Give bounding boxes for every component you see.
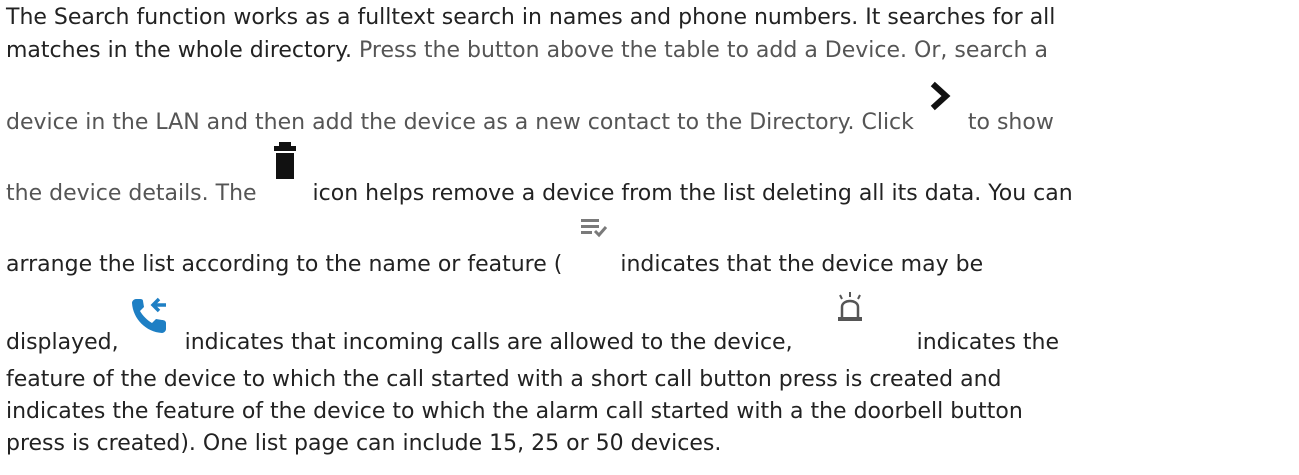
- text-segment: press is created). One list page can inc…: [6, 431, 722, 456]
- help-text: The Search function works as a fulltext …: [0, 0, 1299, 475]
- text-segment: icon helps remove a device from the list…: [305, 181, 1073, 206]
- text-segment: Press the button above the table to add …: [352, 38, 1048, 63]
- text-segment: matches in the whole directory.: [6, 38, 353, 63]
- text-segment: displayed,: [6, 330, 119, 355]
- text-line-2: matches in the whole directory. Press th…: [6, 37, 1048, 65]
- text-segment: indicates that the device may be: [613, 252, 984, 277]
- alarm-light-icon: [800, 292, 910, 349]
- text-line-5: arrange the list according to the name o…: [6, 219, 984, 279]
- chevron-right-icon: [921, 81, 961, 129]
- text-segment: device in the LAN and then add the devic…: [6, 110, 914, 135]
- text-segment: indicates that incoming calls are allowe…: [177, 330, 793, 355]
- trash-icon: [264, 142, 306, 200]
- text-line-9: press is created). One list page can inc…: [6, 430, 721, 458]
- text-line-8: indicates the feature of the device to w…: [6, 398, 1023, 426]
- text-segment: indicates the feature of the device to w…: [6, 399, 1023, 424]
- text-segment: the device details. The: [6, 181, 257, 206]
- text-line-4: the device details. The icon helps remov…: [6, 142, 1073, 208]
- text-segment: arrange the list according to the name o…: [6, 252, 563, 277]
- text-line-6: displayed, indicates that incoming calls…: [6, 292, 1060, 357]
- text-segment: indicates the: [909, 330, 1060, 355]
- text-segment: feature of the device to which the call …: [6, 367, 1002, 392]
- text-line-1: The Search function works as a fulltext …: [6, 4, 1055, 32]
- text-line-7: feature of the device to which the call …: [6, 366, 1002, 394]
- list-check-icon: [569, 219, 613, 271]
- text-segment: to show: [960, 110, 1054, 135]
- text-segment: The Search function works as a fulltext …: [6, 5, 1056, 30]
- text-line-3: device in the LAN and then add the devic…: [6, 81, 1054, 137]
- incoming-call-icon: [126, 297, 178, 349]
